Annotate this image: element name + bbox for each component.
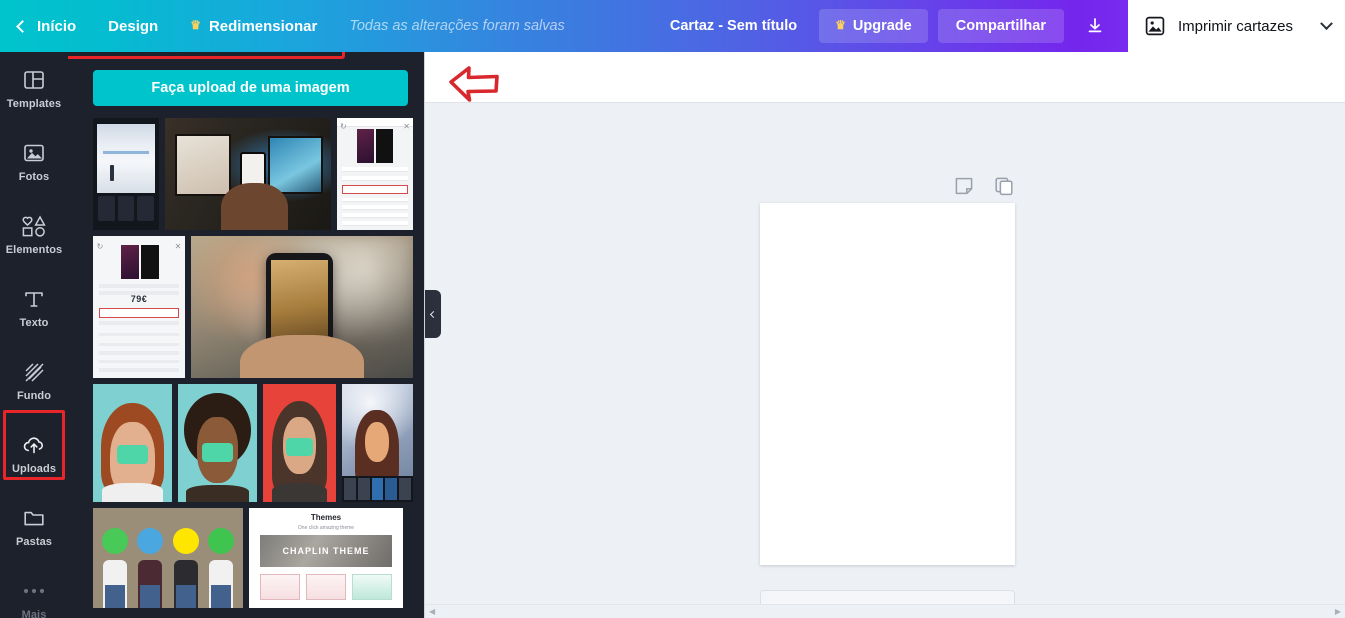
sidebar-item-mais[interactable]: Mais [0, 563, 68, 618]
download-icon [1085, 16, 1105, 36]
sidebar-item-label: Texto [19, 317, 48, 329]
print-posters-button[interactable]: Imprimir cartazes [1128, 0, 1307, 52]
sidebar-item-label: Pastas [16, 536, 52, 548]
close-icon: ✕ [403, 122, 410, 131]
upload-thumbnail-themes-chaplin-theme-page[interactable]: Themes One click amazing theme CHAPLIN T… [249, 508, 403, 608]
refresh-icon: ↻ [340, 122, 347, 131]
thumbnail-row [93, 384, 413, 502]
sidebar-item-label: Elementos [6, 244, 63, 256]
print-posters-label: Imprimir cartazes [1178, 18, 1293, 35]
sidebar-item-label: Fundo [17, 390, 51, 402]
refresh-icon: ↻ [97, 242, 104, 251]
thumbnail-row: ↻ ✕ 79€ [93, 236, 413, 378]
page-tools-group [954, 176, 1014, 201]
upload-thumbnail-portrait-red-background[interactable] [263, 384, 336, 502]
sidebar-item-elementos[interactable]: Elementos [0, 198, 68, 271]
background-icon [22, 359, 46, 385]
upload-thumbnail-portrait-afro-teal[interactable] [178, 384, 257, 502]
download-button[interactable] [1074, 9, 1116, 43]
upload-thumbnail-social-icons-people-photo[interactable] [93, 508, 243, 608]
sidebar-item-fotos[interactable]: Fotos [0, 125, 68, 198]
sidebar-item-label: Templates [7, 98, 62, 110]
notes-icon[interactable] [954, 176, 974, 201]
crown-icon: ♛ [190, 19, 201, 31]
home-label: Início [37, 18, 76, 35]
horizontal-scrollbar[interactable]: ◀ ▶ [425, 604, 1345, 618]
upload-thumbnail-hand-holding-iphone-mockup[interactable] [191, 236, 413, 378]
templates-icon [22, 67, 46, 93]
folder-icon [22, 505, 46, 531]
canvas-scroll-area[interactable]: + Adicionar nova página 16% [425, 103, 1345, 606]
uploads-panel: Faça upload de uma imagem ↻ ✕ [68, 52, 425, 618]
upgrade-button[interactable]: ♛ Upgrade [819, 9, 928, 43]
chevron-left-icon [429, 310, 436, 317]
top-bar-right-group: Cartaz - Sem título ♛ Upgrade Compartilh… [648, 0, 1345, 52]
home-button[interactable]: Início [0, 0, 92, 52]
upload-thumbnail-app-screen-mountain-mockup[interactable] [93, 118, 159, 230]
red-left-arrow-annotation [447, 64, 503, 102]
sidebar-item-texto[interactable]: Texto [0, 271, 68, 344]
sidebar-item-uploads[interactable]: Uploads [0, 417, 68, 490]
scroll-right-arrow-icon[interactable]: ▶ [1335, 607, 1341, 616]
crown-icon: ♛ [835, 19, 846, 31]
sidebar-item-label: Mais [22, 609, 47, 618]
collapse-panel-handle[interactable] [425, 290, 441, 338]
editor-area: + Adicionar nova página 16% [425, 52, 1345, 618]
document-title[interactable]: Cartaz - Sem título [648, 18, 819, 34]
upload-image-label: Faça upload de uma imagem [151, 80, 349, 96]
image-icon [1144, 15, 1166, 37]
scroll-left-arrow-icon[interactable]: ◀ [429, 607, 435, 616]
top-bar: Início Design ♛ Redimensionar Todas as a… [0, 0, 1345, 52]
sidebar-item-pastas[interactable]: Pastas [0, 490, 68, 563]
editor-toolbar [425, 52, 1345, 103]
print-options-caret[interactable] [1307, 0, 1345, 52]
close-icon: ✕ [175, 242, 182, 251]
thumbnail-row: ↻ ✕ [93, 118, 413, 230]
resize-button[interactable]: ♛ Redimensionar [174, 0, 333, 52]
elements-icon [21, 213, 47, 239]
upload-thumbnail-portrait-redhead-teal[interactable] [93, 384, 172, 502]
ellipsis-icon [21, 578, 47, 604]
thumbnail-row: Themes One click amazing theme CHAPLIN T… [93, 508, 413, 608]
text-icon [22, 286, 46, 312]
sidebar-item-label: Uploads [12, 463, 56, 475]
design-label: Design [108, 18, 158, 35]
sidebar-item-fundo[interactable]: Fundo [0, 344, 68, 417]
uploads-thumbnail-grid: ↻ ✕ ↻ ✕ [93, 118, 413, 618]
upload-thumbnail-product-page-screenshot[interactable]: ↻ ✕ [337, 118, 413, 230]
upload-thumbnail-video-call-filter-screenshot[interactable] [342, 384, 413, 502]
share-label: Compartilhar [956, 18, 1046, 34]
chevron-down-icon [1320, 17, 1333, 30]
upload-image-button[interactable]: Faça upload de uma imagem [93, 70, 408, 106]
left-rail: Templates Fotos Elementos [0, 52, 68, 618]
upload-cloud-icon [21, 432, 47, 458]
resize-label: Redimensionar [209, 18, 317, 35]
design-canvas-page[interactable] [760, 203, 1015, 565]
photo-icon [22, 140, 46, 166]
save-status: Todas as alterações foram salvas [333, 18, 580, 34]
duplicate-page-icon[interactable] [994, 176, 1014, 201]
canva-editor-window: Início Design ♛ Redimensionar Todas as a… [0, 0, 1345, 618]
sidebar-item-label: Fotos [19, 171, 49, 183]
chevron-left-icon [16, 20, 29, 33]
top-bar-left-group: Início Design ♛ Redimensionar Todas as a… [0, 0, 581, 52]
upload-thumbnail-desk-monitors-phone-photo[interactable] [165, 118, 331, 230]
share-button[interactable]: Compartilhar [938, 9, 1064, 43]
sidebar-item-templates[interactable]: Templates [0, 52, 68, 125]
upload-thumbnail-checkout-price-screenshot[interactable]: ↻ ✕ 79€ [93, 236, 185, 378]
design-tab[interactable]: Design [92, 0, 174, 52]
upgrade-label: Upgrade [853, 18, 912, 34]
